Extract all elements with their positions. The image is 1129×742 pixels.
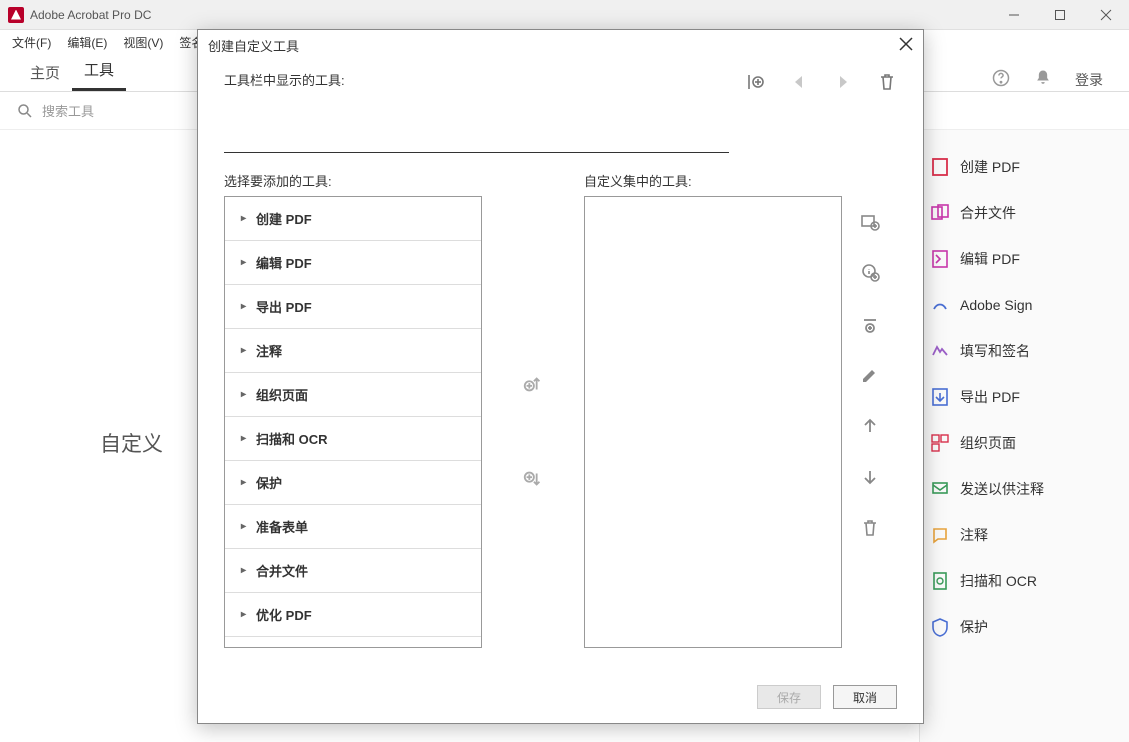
search-placeholder: 搜索工具 [42,101,94,120]
app-title: Adobe Acrobat Pro DC [30,8,991,22]
dialog-title: 创建自定义工具 [208,36,299,55]
tool-item[interactable]: ▸创建 PDF [225,197,481,241]
sidebar-item[interactable]: 导出 PDF [930,374,1119,420]
left-col-label: 选择要添加的工具: [224,171,482,190]
sidebar-item[interactable]: 保护 [930,604,1119,650]
expand-icon: ▸ [241,389,246,400]
expand-icon: ▸ [241,433,246,444]
expand-icon: ▸ [241,257,246,268]
move-down-icon[interactable] [860,467,880,490]
search-icon [16,102,34,120]
expand-icon: ▸ [241,565,246,576]
add-panel-icon[interactable] [860,212,880,235]
tool-item[interactable]: ▸合并文件 [225,549,481,593]
add-to-set-down-icon[interactable] [522,468,544,493]
titlebar: Adobe Acrobat Pro DC [0,0,1129,30]
dialog-close-button[interactable] [899,37,913,54]
right-panel: 创建 PDF 合并文件 编辑 PDF Adobe Sign 填写和签名 导出 P… [919,130,1129,742]
tool-item[interactable]: ▸保护 [225,461,481,505]
expand-icon: ▸ [241,301,246,312]
create-custom-tool-dialog: 创建自定义工具 工具栏中显示的工具: 选择要添加的工具: 自定义集中的工具: [197,29,924,724]
bell-icon[interactable] [1033,68,1053,91]
tool-item[interactable]: ▸编辑 PDF [225,241,481,285]
tab-home[interactable]: 主页 [18,54,72,91]
sidebar-item[interactable]: Adobe Sign [930,282,1119,328]
right-col-label: 自定义集中的工具: [584,171,842,190]
tool-item[interactable]: ▸注释 [225,329,481,373]
tab-tools[interactable]: 工具 [72,51,126,91]
sidebar-item[interactable]: 组织页面 [930,420,1119,466]
menu-file[interactable]: 文件(F) [4,31,59,54]
expand-icon: ▸ [241,477,246,488]
add-info-icon[interactable] [860,263,880,286]
dialog-titlebar: 创建自定义工具 [198,30,923,60]
delete-item-icon[interactable] [860,518,880,541]
toolbar-tools-area [224,95,729,153]
move-up-icon[interactable] [860,416,880,439]
available-tools-list[interactable]: ▸创建 PDF ▸编辑 PDF ▸导出 PDF ▸注释 ▸组织页面 ▸扫描和 O… [224,196,482,648]
cancel-button[interactable]: 取消 [833,685,897,709]
move-right-icon[interactable] [833,72,853,95]
add-separator-icon[interactable] [745,72,765,95]
sidebar-item[interactable]: 创建 PDF [930,144,1119,190]
move-left-icon[interactable] [789,72,809,95]
custom-set-list[interactable] [584,196,842,648]
tool-item[interactable]: ▸准备表单 [225,505,481,549]
expand-icon: ▸ [241,213,246,224]
sidebar-item[interactable]: 扫描和 OCR [930,558,1119,604]
minimize-button[interactable] [991,0,1037,30]
edit-icon[interactable] [860,365,880,388]
tool-item[interactable]: ▸导出 PDF [225,285,481,329]
sidebar-item[interactable]: 填写和签名 [930,328,1119,374]
close-button[interactable] [1083,0,1129,30]
login-link[interactable]: 登录 [1075,70,1103,90]
sidebar-item[interactable]: 发送以供注释 [930,466,1119,512]
help-icon[interactable] [991,68,1011,91]
delete-icon[interactable] [877,72,897,95]
app-icon [8,7,24,23]
expand-icon: ▸ [241,521,246,532]
toolbar-tools-label: 工具栏中显示的工具: [224,70,729,89]
tool-item[interactable]: ▸扫描和 OCR [225,417,481,461]
tool-item[interactable]: ▸优化 PDF [225,593,481,637]
sidebar-item[interactable]: 注释 [930,512,1119,558]
save-button[interactable]: 保存 [757,685,821,709]
expand-icon: ▸ [241,609,246,620]
add-divider-icon[interactable] [860,314,880,337]
expand-icon: ▸ [241,345,246,356]
tool-item[interactable]: ▸组织页面 [225,373,481,417]
sidebar-item[interactable]: 合并文件 [930,190,1119,236]
maximize-button[interactable] [1037,0,1083,30]
sidebar-item[interactable]: 编辑 PDF [930,236,1119,282]
add-to-set-icon[interactable] [522,373,544,398]
